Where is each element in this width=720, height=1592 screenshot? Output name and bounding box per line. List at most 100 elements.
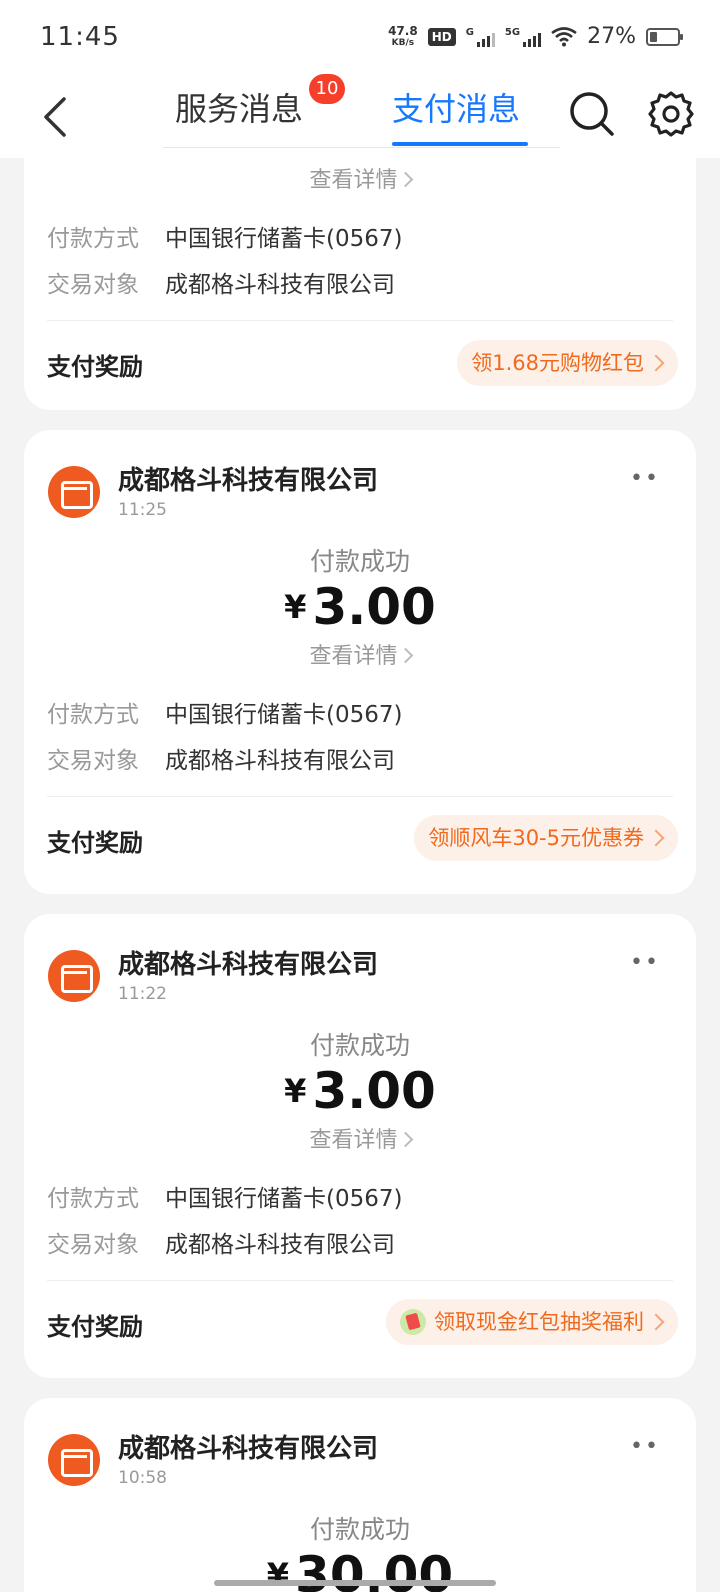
merchant-name: 成都格斗科技有限公司: [118, 1434, 379, 1464]
payment-method-value: 中国银行储蓄卡(0567): [165, 226, 403, 252]
currency-symbol: ¥: [284, 588, 307, 626]
merchant-header: 成都格斗科技有限公司 11:25: [48, 464, 378, 520]
payment-status: 付款成功: [309, 1515, 410, 1544]
chevron-right-icon: [397, 1131, 413, 1148]
reward-button[interactable]: 领顺风车30-5元优惠券: [414, 815, 678, 861]
more-dots-icon[interactable]: ••: [630, 466, 660, 491]
payment-card[interactable]: 成都格斗科技有限公司 11:22 •• 付款成功 ¥3.00 查看详情 付款方式…: [24, 914, 696, 1378]
payment-amount: ¥3.00: [24, 578, 696, 636]
payment-method-value: 中国银行储蓄卡(0567): [165, 702, 403, 728]
chevron-right-icon: [397, 171, 413, 188]
chevron-right-icon: [647, 354, 665, 372]
payment-status: 付款成功: [309, 1031, 410, 1060]
view-details-link[interactable]: 查看详情: [24, 1122, 696, 1154]
payment-card[interactable]: 成都格斗科技有限公司 10:58 •• 付款成功 ¥30.00: [24, 1398, 696, 1592]
merchant-header: 成都格斗科技有限公司 11:22: [48, 948, 378, 1004]
payment-method-row: 付款方式 中国银行储蓄卡(0567): [47, 695, 402, 729]
payment-method-label: 付款方式: [47, 1186, 139, 1212]
view-details-link[interactable]: 查看详情: [24, 638, 696, 670]
counterparty-row: 交易对象 成都格斗科技有限公司: [47, 1225, 395, 1259]
hd-voice-icon: HD: [427, 27, 456, 46]
more-dots-icon[interactable]: ••: [630, 1434, 660, 1459]
payment-status: 付款成功: [309, 547, 410, 576]
chevron-right-icon: [647, 829, 665, 847]
reward-label: 支付奖励: [47, 829, 143, 857]
chevron-right-icon: [647, 1313, 665, 1331]
reward-text: 领取现金红包抽奖福利: [434, 1310, 644, 1334]
reward-text: 领1.68元购物红包: [471, 351, 644, 375]
view-details-label: 查看详情: [309, 644, 398, 669]
battery-percent: 27%: [587, 24, 636, 49]
view-details-label: 查看详情: [309, 168, 398, 193]
amount-value: 3.00: [312, 578, 436, 636]
counterparty-value: 成都格斗科技有限公司: [165, 272, 395, 298]
status-time: 11:45: [40, 22, 120, 52]
tab-service-label: 服务消息: [175, 90, 304, 128]
merchant-store-icon: [48, 466, 100, 518]
settings-button[interactable]: [645, 88, 697, 140]
counterparty-value: 成都格斗科技有限公司: [165, 748, 395, 774]
currency-symbol: ¥: [266, 1556, 290, 1592]
counterparty-label: 交易对象: [47, 1232, 139, 1258]
reward-button[interactable]: 领取现金红包抽奖福利: [386, 1299, 678, 1345]
tab-service-messages[interactable]: 服务消息: [175, 84, 303, 130]
view-details-label: 查看详情: [309, 1128, 398, 1153]
battery-level-fill: [650, 31, 658, 42]
back-arrow-icon: [44, 97, 66, 137]
amount-value: 3.00: [312, 1062, 436, 1120]
status-icons: 47.8 KB/s HD G 5G 27%: [388, 24, 683, 49]
top-nav-bar: 服务消息 10 支付消息: [0, 74, 720, 158]
counterparty-row: 交易对象 成都格斗科技有限公司: [47, 265, 395, 299]
payment-card[interactable]: 查看详情 付款方式 中国银行储蓄卡(0567) 交易对象 成都格斗科技有限公司 支付…: [24, 158, 696, 410]
cellular-5g-signal-icon: 5G: [504, 26, 542, 47]
message-time: 11:22: [118, 984, 167, 1004]
payment-method-row: 付款方式 中国银行储蓄卡(0567): [47, 1179, 402, 1213]
reward-label: 支付奖励: [47, 353, 143, 381]
payment-method-value: 中国银行储蓄卡(0567): [165, 1186, 403, 1212]
cellular-signal-icon: G: [466, 27, 495, 47]
reward-label: 支付奖励: [47, 1313, 143, 1341]
settings-gear-icon: [648, 91, 694, 137]
payment-method-label: 付款方式: [47, 702, 139, 728]
merchant-name: 成都格斗科技有限公司: [118, 466, 379, 496]
tab-divider: [163, 147, 560, 148]
counterparty-row: 交易对象 成都格斗科技有限公司: [47, 741, 395, 775]
tab-payment-messages[interactable]: 支付消息: [392, 84, 520, 130]
message-time: 10:58: [118, 1468, 167, 1488]
more-dots-icon[interactable]: ••: [630, 950, 660, 975]
merchant-name: 成都格斗科技有限公司: [118, 950, 379, 980]
gift-icon: [400, 1309, 426, 1335]
card-divider: [47, 320, 673, 321]
home-indicator[interactable]: [214, 1580, 496, 1586]
merchant-store-icon: [48, 950, 100, 1002]
card-divider: [47, 796, 673, 797]
payment-method-row: 付款方式 中国银行储蓄卡(0567): [47, 219, 402, 253]
merchant-store-icon: [48, 1434, 100, 1486]
counterparty-label: 交易对象: [47, 272, 139, 298]
search-icon: [570, 92, 614, 136]
back-button[interactable]: [30, 92, 80, 142]
merchant-header: 成都格斗科技有限公司 10:58: [48, 1432, 378, 1488]
unread-count-badge: 10: [309, 74, 345, 104]
card-divider: [47, 1280, 673, 1281]
payment-method-label: 付款方式: [47, 226, 139, 252]
search-button[interactable]: [566, 88, 618, 140]
chevron-right-icon: [397, 647, 413, 664]
message-time: 11:25: [118, 500, 167, 520]
currency-symbol: ¥: [284, 1072, 307, 1110]
signal-tag: G: [465, 26, 474, 38]
signal-tag-5g: 5G: [504, 26, 521, 38]
active-tab-indicator: [392, 142, 528, 146]
network-speed: 47.8 KB/s: [388, 25, 418, 49]
network-speed-value: 47.8: [388, 23, 418, 38]
payment-card[interactable]: 成都格斗科技有限公司 11:25 •• 付款成功 ¥3.00 查看详情 付款方式…: [24, 430, 696, 894]
battery-icon: [646, 27, 683, 46]
reward-button[interactable]: 领1.68元购物红包: [457, 340, 678, 386]
view-details-link[interactable]: 查看详情: [24, 162, 696, 194]
status-bar: 11:45 47.8 KB/s HD G 5G 27%: [0, 0, 720, 80]
payment-amount: ¥3.00: [24, 1062, 696, 1120]
reward-text: 领顺风车30-5元优惠券: [428, 826, 644, 850]
counterparty-label: 交易对象: [47, 748, 139, 774]
wifi-icon: [551, 26, 577, 46]
network-speed-unit: KB/s: [391, 37, 415, 48]
